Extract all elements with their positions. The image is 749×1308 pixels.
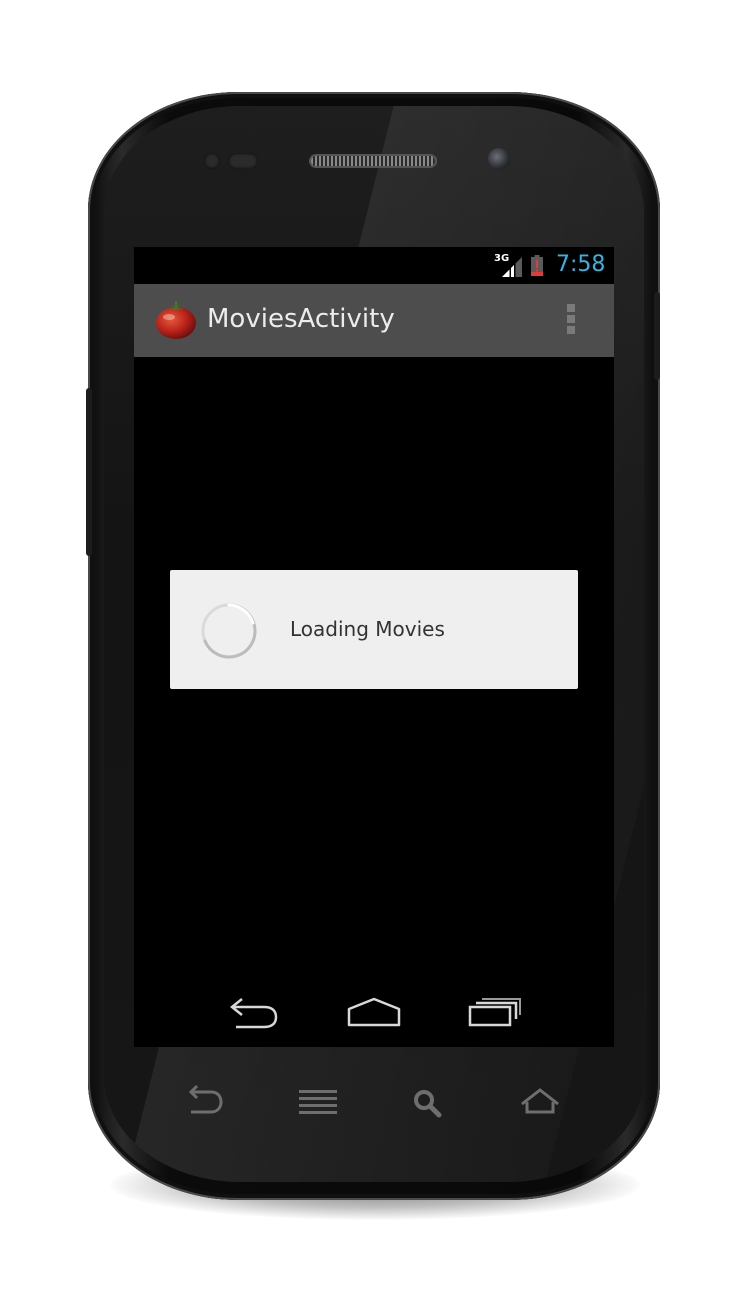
home-icon[interactable] [344, 987, 404, 1031]
navigation-bar [134, 967, 614, 1047]
signal-icon [502, 257, 522, 277]
power-button[interactable] [654, 292, 660, 380]
search-key-icon[interactable] [408, 1082, 452, 1122]
home-key-icon[interactable] [518, 1082, 562, 1122]
battery-icon [531, 255, 543, 276]
back-key-icon[interactable] [183, 1082, 227, 1122]
dialog-message: Loading Movies [290, 617, 445, 641]
device-screen: 3G 7:58 MoviesActivity Loading Movies [134, 247, 614, 1047]
front-camera [488, 148, 510, 170]
action-bar: MoviesActivity [134, 284, 614, 357]
status-clock: 7:58 [556, 252, 606, 277]
status-bar: 3G 7:58 [134, 247, 614, 284]
menu-key-icon[interactable] [297, 1082, 341, 1122]
earpiece-speaker [309, 154, 437, 168]
recent-apps-icon[interactable] [466, 987, 526, 1031]
progress-dialog: Loading Movies [170, 570, 578, 689]
tomato-icon[interactable] [154, 298, 198, 342]
app-title: MoviesActivity [207, 304, 395, 334]
proximity-sensor [204, 153, 220, 169]
volume-button[interactable] [86, 388, 92, 556]
light-sensor [228, 153, 258, 169]
progress-spinner-icon [201, 603, 257, 659]
back-icon[interactable] [224, 987, 284, 1031]
overflow-menu-icon[interactable] [562, 304, 580, 338]
